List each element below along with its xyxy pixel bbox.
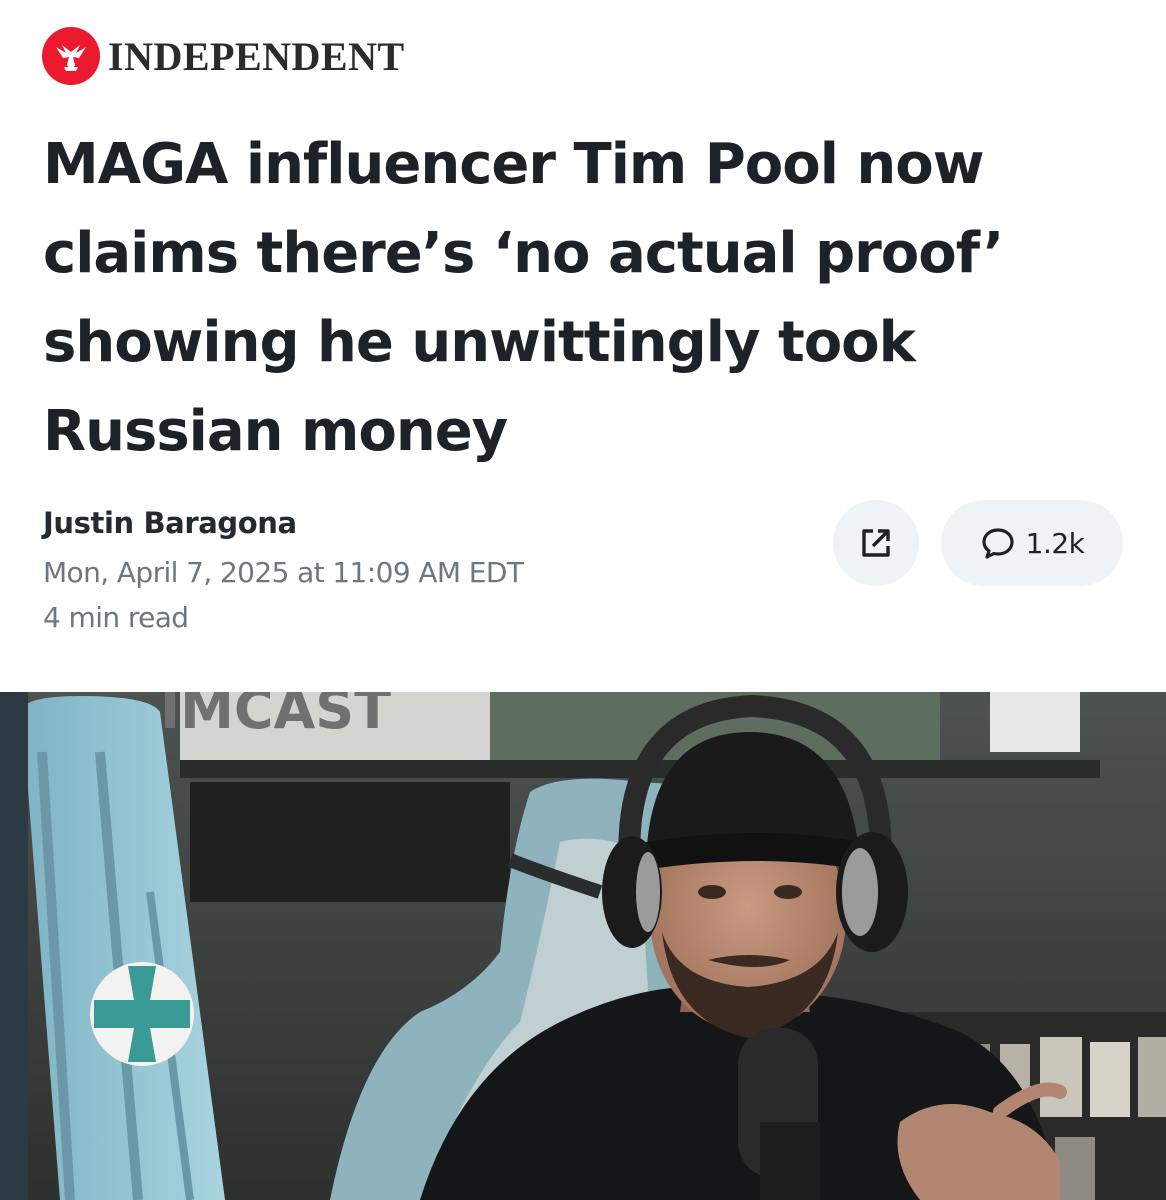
background-sign-text: IMCAST bbox=[160, 692, 391, 741]
publish-date: Mon, April 7, 2025 at 11:09 AM EDT bbox=[43, 556, 524, 589]
read-time: 4 min read bbox=[43, 601, 189, 634]
comment-bubble-icon bbox=[982, 528, 1014, 559]
author-name[interactable]: Justin Baragona bbox=[43, 506, 297, 540]
comments-button[interactable]: 1.2k bbox=[941, 500, 1123, 586]
hero-photo[interactable]: IMCAST bbox=[0, 692, 1166, 1200]
share-button[interactable] bbox=[833, 500, 919, 586]
comment-count: 1.2k bbox=[1025, 526, 1085, 560]
eagle-icon[interactable] bbox=[42, 27, 100, 85]
masthead: INDEPENDENT bbox=[42, 26, 405, 86]
article-headline: MAGA influencer Tim Pool now claims ther… bbox=[43, 132, 1004, 464]
share-external-icon bbox=[862, 529, 890, 557]
brand-wordmark[interactable]: INDEPENDENT bbox=[108, 33, 405, 80]
